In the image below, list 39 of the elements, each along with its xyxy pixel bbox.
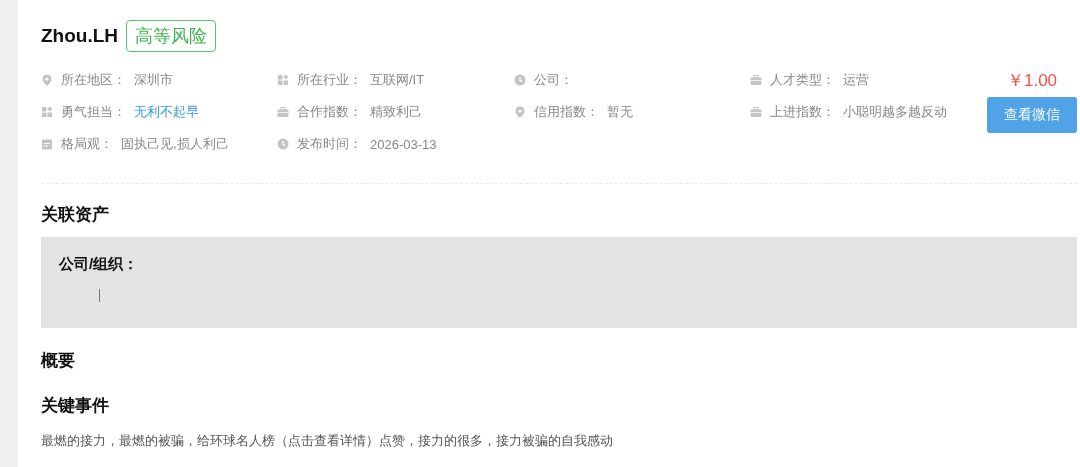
event-text: 最燃的接力，最燃的被骗，给环球名人榜（点击查看详情）点赞，接力的很多，接力被骗的自我感动	[41, 432, 614, 450]
info-link[interactable]: 无利不起早	[134, 103, 199, 121]
info-label: 发布时间：	[297, 135, 362, 153]
briefcase-icon	[750, 106, 762, 118]
info-value: 互联网/IT	[370, 71, 425, 89]
section-title: 概要	[41, 350, 76, 372]
view-wechat-button[interactable]: 查看微信	[987, 97, 1077, 133]
info-value: 运营	[843, 71, 869, 89]
section-title: 关联资产	[41, 204, 110, 226]
pin-icon	[514, 106, 526, 118]
info-label: 格局观：	[61, 135, 113, 153]
risk-badge: 高等风险	[126, 20, 217, 52]
info-value: 小聪明越多越反动	[843, 103, 947, 121]
calendar-icon	[41, 138, 53, 150]
info-label: 公司：	[534, 71, 573, 89]
section-title: 关键事件	[41, 395, 110, 417]
briefcase-icon	[277, 106, 289, 118]
grid-icon	[277, 74, 289, 86]
person-name: Zhou.LH	[41, 25, 119, 47]
info-label: 所在地区：	[61, 71, 126, 89]
info-label: 合作指数：	[297, 103, 362, 121]
info-label: 信用指数：	[534, 103, 599, 121]
clock-icon	[514, 74, 526, 86]
pin-icon	[41, 74, 53, 86]
text-cursor	[99, 289, 100, 302]
field-label: 公司/组织：	[59, 255, 139, 274]
info-label: 所在行业：	[297, 71, 362, 89]
info-value: 固执己见,损人利己	[121, 135, 229, 153]
briefcase-icon	[750, 74, 762, 86]
info-label: 人才类型：	[770, 71, 835, 89]
info-label: 上进指数：	[770, 103, 835, 121]
info-value: 2026-03-13	[370, 136, 437, 152]
info-value: 精致利己	[370, 103, 422, 121]
info-value: 深圳市	[134, 71, 173, 89]
info-value: 暂无	[607, 103, 633, 121]
clock-icon	[277, 138, 289, 150]
grid-icon	[41, 106, 53, 118]
price: ￥1.00	[1006, 69, 1058, 92]
info-label: 勇气担当：	[61, 103, 126, 121]
